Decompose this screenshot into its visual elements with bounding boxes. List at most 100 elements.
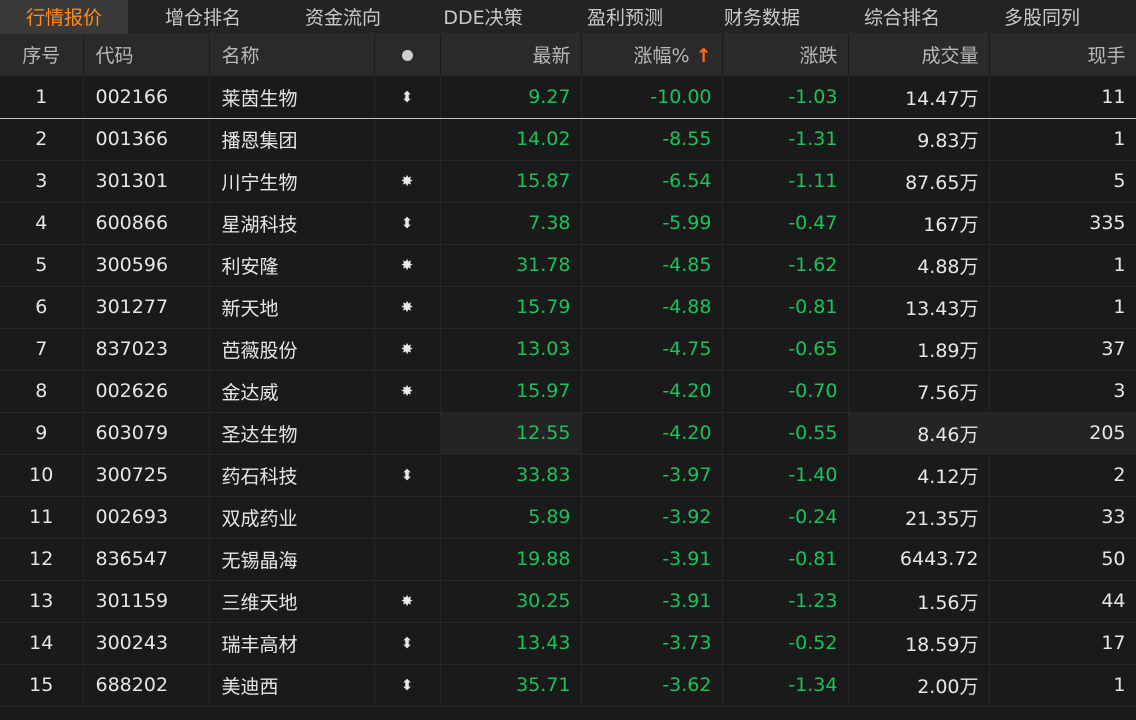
tab-multi-stock[interactable]: 多股同列 xyxy=(972,0,1112,34)
stock-code: 002626 xyxy=(83,370,210,413)
stock-code: 002166 xyxy=(83,76,210,119)
tab-position-rank[interactable]: 增仓排名 xyxy=(128,0,278,34)
change-amount: -0.24 xyxy=(722,496,849,539)
volume: 4.12万 xyxy=(848,454,990,497)
stock-code: 600866 xyxy=(83,202,210,245)
stock-code: 603079 xyxy=(83,412,210,455)
change-amount: -0.81 xyxy=(722,538,849,581)
table-row[interactable]: 2 001366 播恩集团 14.02 -8.55 -1.31 9.83万 1 xyxy=(0,118,1136,161)
row-index: 12 xyxy=(0,538,84,581)
table-row[interactable]: 3 301301 川宁生物 ✸ 15.87 -6.54 -1.11 87.65万 5 xyxy=(0,160,1136,203)
marker-icon xyxy=(374,496,441,539)
stock-name: 播恩集团 xyxy=(209,118,375,161)
sort-ascending-icon: ↑ xyxy=(695,45,712,68)
tab-composite-rank[interactable]: 综合排名 xyxy=(832,0,972,34)
col-header-code[interactable]: 代码 xyxy=(83,34,210,77)
row-index: 9 xyxy=(0,412,84,455)
table-row[interactable]: 5 300596 利安隆 ✸ 31.78 -4.85 -1.62 4.88万 1 xyxy=(0,244,1136,287)
marker-icon: ⬍ xyxy=(374,664,441,707)
stock-name: 川宁生物 xyxy=(209,160,375,203)
tab-dde[interactable]: DDE决策 xyxy=(408,0,558,34)
volume: 8.46万 xyxy=(848,412,990,455)
volume: 7.56万 xyxy=(848,370,990,413)
change-percent: -10.00 xyxy=(581,76,723,119)
row-index: 10 xyxy=(0,454,84,497)
marker-icon: ✸ xyxy=(374,580,441,623)
change-percent: -6.54 xyxy=(581,160,723,203)
current-hand: 17 xyxy=(989,622,1136,665)
col-header-change-pct[interactable]: 涨幅% ↑ xyxy=(581,34,723,77)
col-header-marker[interactable] xyxy=(374,34,441,77)
col-header-name[interactable]: 名称 xyxy=(209,34,375,77)
table-row[interactable]: 7 837023 芭薇股份 ✸ 13.03 -4.75 -0.65 1.89万 37 xyxy=(0,328,1136,371)
stock-name: 莱茵生物 xyxy=(209,76,375,119)
table-row[interactable]: 4 600866 星湖科技 ⬍ 7.38 -5.99 -0.47 167万 335 xyxy=(0,202,1136,245)
latest-price: 12.55 xyxy=(440,412,582,455)
stock-name: 无锡晶海 xyxy=(209,538,375,581)
stock-name: 芭薇股份 xyxy=(209,328,375,371)
col-header-current[interactable]: 现手 xyxy=(989,34,1136,77)
change-percent: -4.85 xyxy=(581,244,723,287)
tab-quotes[interactable]: 行情报价 xyxy=(0,0,128,34)
marker-icon xyxy=(374,412,441,455)
change-amount: -1.62 xyxy=(722,244,849,287)
current-hand: 11 xyxy=(989,76,1136,119)
stock-code: 837023 xyxy=(83,328,210,371)
row-index: 15 xyxy=(0,664,84,707)
tab-profit-forecast[interactable]: 盈利预测 xyxy=(558,0,692,34)
latest-price: 15.87 xyxy=(440,160,582,203)
table-row[interactable]: 15 688202 美迪西 ⬍ 35.71 -3.62 -1.34 2.00万 1 xyxy=(0,664,1136,707)
change-percent: -8.55 xyxy=(581,118,723,161)
change-percent: -3.97 xyxy=(581,454,723,497)
table-row[interactable]: 9 603079 圣达生物 12.55 -4.20 -0.55 8.46万 205 xyxy=(0,412,1136,455)
change-amount: -1.11 xyxy=(722,160,849,203)
tab-financial-data[interactable]: 财务数据 xyxy=(692,0,832,34)
table-row[interactable]: 1 002166 莱茵生物 ⬍ 9.27 -10.00 -1.03 14.47万 11 xyxy=(0,76,1136,119)
stock-code: 300725 xyxy=(83,454,210,497)
dot-icon xyxy=(401,49,413,61)
table-row[interactable]: 11 002693 双成药业 5.89 -3.92 -0.24 21.35万 33 xyxy=(0,496,1136,539)
latest-price: 15.79 xyxy=(440,286,582,329)
marker-icon: ✸ xyxy=(374,244,441,287)
table-row[interactable]: 8 002626 金达威 ✸ 15.97 -4.20 -0.70 7.56万 3 xyxy=(0,370,1136,413)
change-percent: -3.91 xyxy=(581,538,723,581)
volume: 21.35万 xyxy=(848,496,990,539)
stock-code: 301301 xyxy=(83,160,210,203)
tab-capital-flow[interactable]: 资金流向 xyxy=(278,0,408,34)
col-header-volume[interactable]: 成交量 xyxy=(848,34,990,77)
marker-icon: ✸ xyxy=(374,160,441,203)
change-amount: -1.34 xyxy=(722,664,849,707)
table-row[interactable]: 12 836547 无锡晶海 19.88 -3.91 -0.81 6443.72 50 xyxy=(0,538,1136,581)
table-row[interactable]: 13 301159 三维天地 ✸ 30.25 -3.91 -1.23 1.56万 44 xyxy=(0,580,1136,623)
table-header-row: 序号 代码 名称 最新 涨幅% ↑ 涨跌 成交量 现手 xyxy=(0,34,1136,77)
row-index: 4 xyxy=(0,202,84,245)
row-index: 1 xyxy=(0,76,84,119)
latest-price: 15.97 xyxy=(440,370,582,413)
col-header-index[interactable]: 序号 xyxy=(0,34,84,77)
table-row[interactable]: 6 301277 新天地 ✸ 15.79 -4.88 -0.81 13.43万 1 xyxy=(0,286,1136,329)
stock-code: 301277 xyxy=(83,286,210,329)
table-row[interactable]: 14 300243 瑞丰高材 ⬍ 13.43 -3.73 -0.52 18.59万 17 xyxy=(0,622,1136,665)
change-amount: -0.70 xyxy=(722,370,849,413)
change-percent: -3.92 xyxy=(581,496,723,539)
volume: 4.88万 xyxy=(848,244,990,287)
change-amount: -0.55 xyxy=(722,412,849,455)
table-row[interactable]: 10 300725 药石科技 ⬍ 33.83 -3.97 -1.40 4.12万 2 xyxy=(0,454,1136,497)
current-hand: 1 xyxy=(989,664,1136,707)
col-header-change[interactable]: 涨跌 xyxy=(722,34,849,77)
stock-name: 三维天地 xyxy=(209,580,375,623)
change-amount: -0.81 xyxy=(722,286,849,329)
volume: 167万 xyxy=(848,202,990,245)
current-hand: 1 xyxy=(989,118,1136,161)
change-percent: -3.62 xyxy=(581,664,723,707)
stock-code: 688202 xyxy=(83,664,210,707)
stock-name: 星湖科技 xyxy=(209,202,375,245)
col-header-latest[interactable]: 最新 xyxy=(440,34,582,77)
current-hand: 5 xyxy=(989,160,1136,203)
stock-code: 836547 xyxy=(83,538,210,581)
change-percent: -3.73 xyxy=(581,622,723,665)
latest-price: 9.27 xyxy=(440,76,582,119)
marker-icon: ⬍ xyxy=(374,202,441,245)
stock-code: 300243 xyxy=(83,622,210,665)
change-amount: -0.52 xyxy=(722,622,849,665)
